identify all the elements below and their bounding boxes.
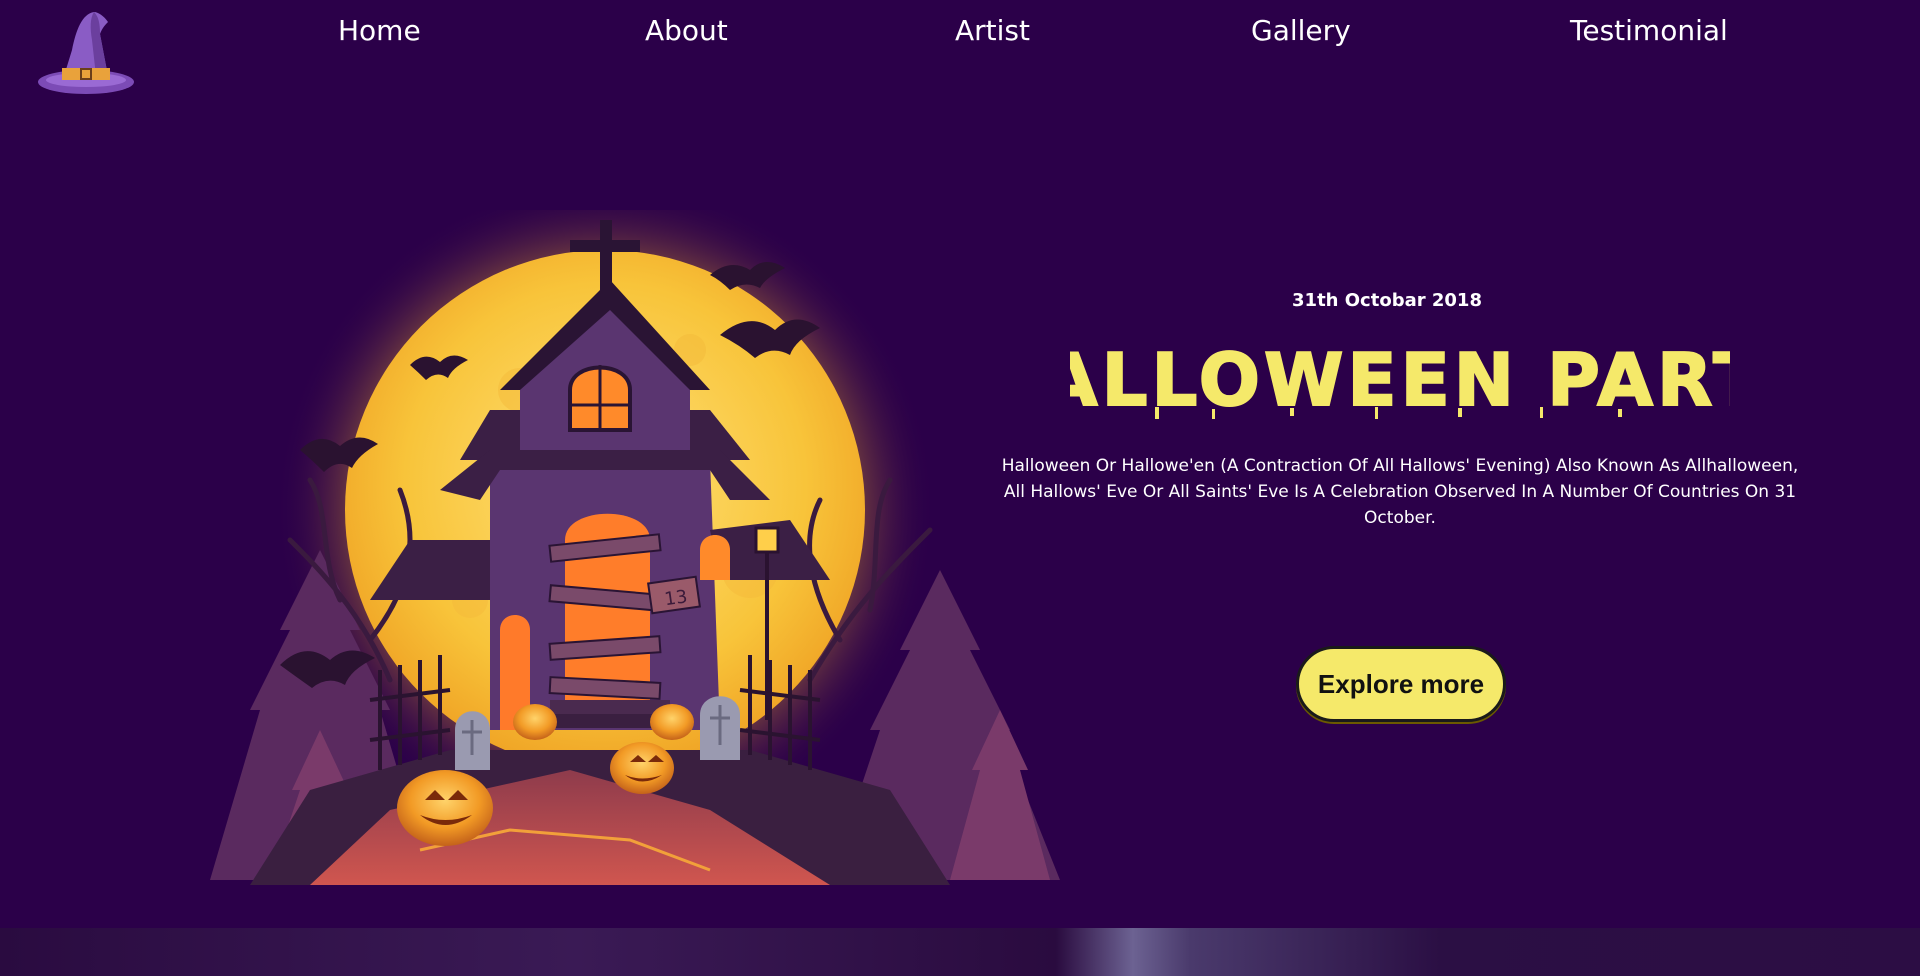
witch-hat-icon[interactable] — [36, 10, 136, 96]
nav-artist-link[interactable]: Artist — [955, 14, 1030, 47]
nav-testimonial-link[interactable]: Testimonial — [1570, 14, 1728, 47]
explore-more-button[interactable]: Explore more — [1296, 646, 1506, 722]
navbar: Home About Artist Gallery Testimonial — [0, 0, 1920, 94]
nav-about-link[interactable]: About — [645, 14, 728, 47]
house-number: 13 — [663, 586, 689, 610]
hero-section: 31th Octobar 2018 HALLOWEEN PARTY Hallow… — [977, 290, 1820, 531]
nav-home-link[interactable]: Home — [338, 14, 421, 47]
hero-title: HALLOWEEN PARTY — [977, 335, 1820, 425]
hero-title-text: HALLOWEEN PARTY — [1070, 338, 1730, 422]
hero-description: Halloween Or Hallowe'en (A Contraction O… — [1001, 456, 1799, 528]
next-section-preview — [0, 928, 1920, 976]
haunted-house-illustration: 13 — [190, 180, 1070, 885]
nav-gallery-link[interactable]: Gallery — [1251, 14, 1351, 47]
event-date: 31th Octobar 2018 — [1292, 290, 1482, 311]
